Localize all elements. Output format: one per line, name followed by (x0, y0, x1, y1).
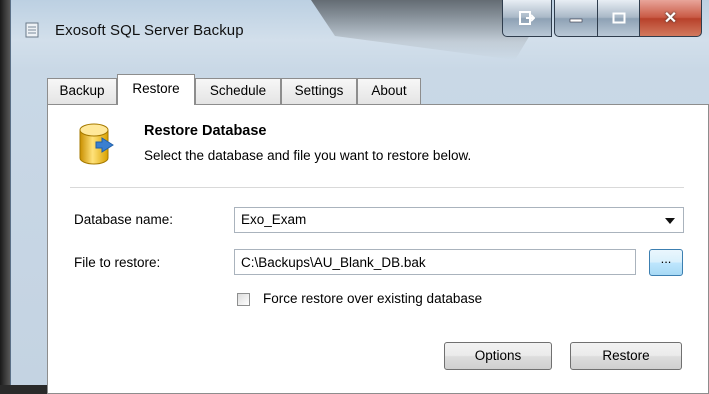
tab-restore[interactable]: Restore (117, 74, 195, 105)
browse-button[interactable]: ... (649, 249, 683, 276)
tab-settings[interactable]: Settings (281, 78, 357, 104)
title-bar[interactable]: Exosoft SQL Server Backup ✕ (11, 0, 709, 60)
close-button[interactable]: ✕ (640, 0, 702, 37)
database-name-dropdown[interactable]: Exo_Exam (234, 207, 684, 233)
caption-buttons: ✕ (502, 0, 702, 38)
database-name-value: Exo_Exam (241, 212, 307, 227)
minimize-icon (569, 18, 583, 23)
tab-schedule[interactable]: Schedule (195, 78, 281, 104)
tab-about[interactable]: About (357, 78, 421, 104)
chevron-down-icon (665, 218, 675, 224)
dock-arrow-icon (519, 11, 535, 25)
force-restore-label[interactable]: Force restore over existing database (263, 291, 482, 306)
section-description: Select the database and file you want to… (144, 148, 472, 163)
restore-panel: Restore Database Select the database and… (47, 104, 709, 394)
maximize-icon (612, 12, 625, 24)
tab-backup[interactable]: Backup (47, 78, 117, 104)
maximize-button[interactable] (598, 0, 640, 37)
window-title: Exosoft SQL Server Backup (55, 22, 244, 39)
database-name-label: Database name: (74, 212, 174, 227)
file-to-restore-input[interactable] (234, 249, 636, 275)
dock-button[interactable] (502, 0, 552, 37)
file-to-restore-label: File to restore: (74, 255, 161, 270)
close-icon: ✕ (663, 10, 678, 27)
options-button[interactable]: Options (444, 342, 552, 370)
database-restore-icon (79, 123, 114, 165)
force-restore-checkbox[interactable] (237, 293, 250, 306)
restore-button[interactable]: Restore (570, 342, 682, 370)
app-window: Exosoft SQL Server Backup ✕ Backup Resto… (10, 0, 709, 394)
header-divider (70, 187, 684, 188)
minimize-button[interactable] (554, 0, 598, 37)
section-heading: Restore Database (144, 123, 267, 139)
database-app-icon (25, 22, 39, 38)
